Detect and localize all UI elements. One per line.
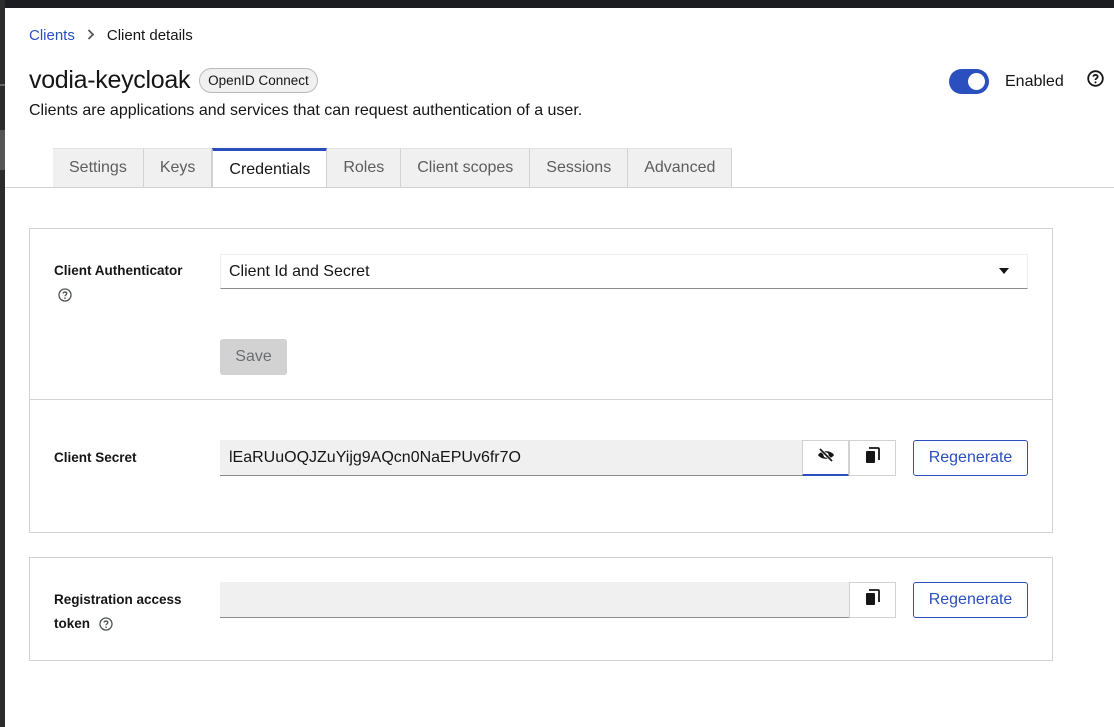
page-title: vodia-keycloak bbox=[29, 66, 191, 94]
tab-bar: Settings Keys Credentials Roles Client s… bbox=[53, 148, 733, 188]
eye-slash-icon bbox=[817, 447, 835, 467]
client-secret-input[interactable]: lEaRUuOQJZuYijg9AQcn0NaEPUv6fr7O bbox=[220, 440, 803, 476]
regenerate-secret-button[interactable]: Regenerate bbox=[913, 440, 1028, 476]
tab-settings[interactable]: Settings bbox=[53, 148, 144, 187]
page-description: Clients are applications and services th… bbox=[29, 102, 583, 119]
breadcrumb-clients-link[interactable]: Clients bbox=[29, 27, 75, 44]
enabled-switch[interactable]: Enabled bbox=[949, 69, 1064, 94]
left-sidebar-edge bbox=[0, 0, 5, 727]
enabled-label: Enabled bbox=[1005, 72, 1064, 90]
title-row: vodia-keycloak OpenID Connect bbox=[29, 66, 318, 95]
help-icon[interactable] bbox=[58, 288, 72, 302]
tab-roles[interactable]: Roles bbox=[327, 148, 402, 187]
tab-advanced[interactable]: Advanced bbox=[628, 148, 733, 187]
tab-sessions[interactable]: Sessions bbox=[530, 148, 629, 187]
client-authenticator-select[interactable]: Client Id and Secret bbox=[220, 254, 1028, 289]
tab-client-scopes[interactable]: Client scopes bbox=[401, 148, 531, 187]
save-button[interactable]: Save bbox=[220, 339, 287, 375]
copy-secret-button[interactable] bbox=[849, 440, 896, 476]
client-secret-label: Client Secret bbox=[54, 450, 137, 465]
copy-icon bbox=[865, 447, 880, 469]
client-authenticator-label-text: Client Authenticator bbox=[54, 263, 183, 278]
registration-token-label-line2: token bbox=[54, 616, 91, 631]
breadcrumb: Clients Client details bbox=[29, 27, 193, 44]
regenerate-token-button[interactable]: Regenerate bbox=[913, 582, 1028, 618]
help-icon[interactable] bbox=[1087, 70, 1104, 92]
copy-token-button[interactable] bbox=[849, 582, 896, 618]
protocol-badge: OpenID Connect bbox=[199, 68, 318, 93]
toggle-switch[interactable] bbox=[949, 69, 989, 94]
breadcrumb-current: Client details bbox=[106, 27, 193, 44]
client-authenticator-value: Client Id and Secret bbox=[229, 262, 370, 280]
top-bar bbox=[0, 0, 1114, 8]
card-divider bbox=[30, 399, 1052, 400]
copy-icon bbox=[865, 589, 880, 611]
chevron-right-icon bbox=[87, 28, 95, 43]
client-authenticator-label: Client Authenticator bbox=[54, 259, 183, 283]
registration-token-label-line1: Registration access bbox=[54, 592, 182, 607]
tab-credentials[interactable]: Credentials bbox=[212, 148, 328, 188]
help-icon[interactable] bbox=[99, 617, 113, 631]
caret-down-icon bbox=[999, 268, 1009, 274]
tab-keys[interactable]: Keys bbox=[143, 148, 213, 187]
tabs-divider bbox=[5, 187, 1114, 188]
registration-token-input[interactable] bbox=[220, 582, 850, 618]
registration-token-label: Registration access token bbox=[54, 588, 182, 636]
toggle-visibility-button[interactable] bbox=[802, 440, 849, 476]
